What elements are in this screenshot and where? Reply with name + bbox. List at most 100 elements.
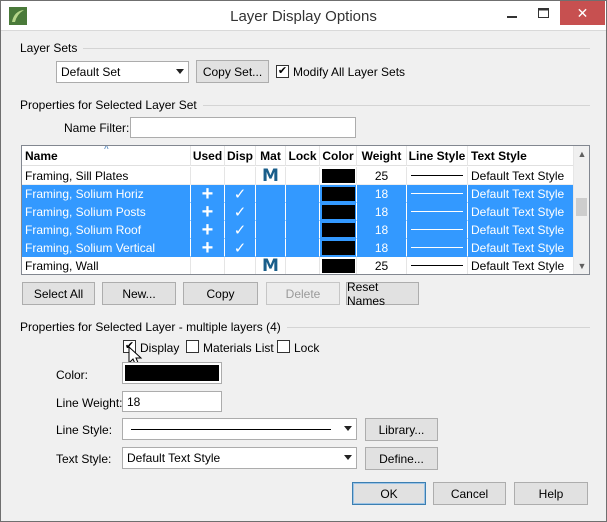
close-button[interactable]: ✕: [560, 1, 605, 25]
cell-line-style[interactable]: [407, 203, 468, 221]
cell-color[interactable]: [320, 221, 357, 239]
cell-line-style[interactable]: [407, 221, 468, 239]
text-style-value: Default Text Style: [127, 451, 221, 465]
cell-disp[interactable]: [225, 257, 256, 274]
cell-used[interactable]: [191, 257, 225, 274]
cell-used[interactable]: +: [191, 185, 225, 203]
table-row[interactable]: Framing, Solium Posts + ✓ 18 Default Text St…: [22, 203, 574, 221]
copy-button[interactable]: Copy: [183, 282, 258, 305]
table-scrollbar[interactable]: ▲ ▼: [573, 146, 589, 274]
cancel-button[interactable]: Cancel: [433, 482, 506, 505]
cell-line-style[interactable]: [407, 167, 468, 185]
cell-used[interactable]: +: [191, 221, 225, 239]
layer-sets-group-label: Layer Sets: [20, 41, 84, 55]
cell-line-style[interactable]: [407, 257, 468, 274]
cell-color[interactable]: [320, 167, 357, 185]
cell-color[interactable]: [320, 239, 357, 257]
new-button[interactable]: New...: [102, 282, 176, 305]
cell-color[interactable]: [320, 203, 357, 221]
cell-mat[interactable]: [256, 203, 286, 221]
scroll-down-icon[interactable]: ▼: [574, 258, 589, 274]
cell-line-style[interactable]: [407, 239, 468, 257]
column-header-disp[interactable]: Disp: [225, 146, 256, 166]
table-row[interactable]: Framing, Sill Plates M 25 Default Text Styl…: [22, 167, 574, 185]
cell-text-style[interactable]: Default Text Style: [468, 203, 574, 221]
chevron-down-icon: [176, 69, 184, 74]
cell-lock[interactable]: [286, 203, 320, 221]
cell-lock[interactable]: [286, 239, 320, 257]
table-row[interactable]: Framing, Solium Horiz + ✓ 18 Default Text St…: [22, 185, 574, 203]
cell-lock[interactable]: [286, 257, 320, 274]
layer-set-dropdown[interactable]: Default Set: [56, 61, 189, 83]
cell-text-style[interactable]: Default Text Style: [468, 239, 574, 257]
ok-button[interactable]: OK: [352, 482, 426, 505]
cell-color[interactable]: [320, 257, 357, 274]
line-weight-input[interactable]: 18: [122, 391, 222, 412]
table-row[interactable]: Framing, Solium Vertical + ✓ 18 Default Text…: [22, 239, 574, 257]
cell-weight[interactable]: 18: [357, 185, 407, 203]
column-header-lock[interactable]: Lock: [286, 146, 320, 166]
cell-line-style[interactable]: [407, 185, 468, 203]
cell-text-style[interactable]: Default Text Style: [468, 167, 574, 185]
cell-text-style[interactable]: Default Text Style: [468, 185, 574, 203]
cell-disp[interactable]: ✓: [225, 239, 256, 257]
column-header-text-style[interactable]: Text Style: [468, 146, 574, 166]
cell-lock[interactable]: [286, 167, 320, 185]
cell-mat[interactable]: [256, 239, 286, 257]
table-row[interactable]: Framing, Solium Roof + ✓ 18 Default Text Sty…: [22, 221, 574, 239]
cell-used[interactable]: [191, 167, 225, 185]
material-m-icon: M: [262, 167, 279, 185]
copy-set-button[interactable]: Copy Set...: [196, 60, 269, 83]
cell-used[interactable]: +: [191, 239, 225, 257]
color-swatch: [321, 186, 355, 201]
cell-weight[interactable]: 25: [357, 257, 407, 274]
cell-weight[interactable]: 25: [357, 167, 407, 185]
name-filter-input[interactable]: [130, 117, 356, 138]
column-header-line-style[interactable]: Line Style: [407, 146, 468, 166]
help-button[interactable]: Help: [514, 482, 588, 505]
column-header-mat[interactable]: Mat: [256, 146, 286, 166]
column-header-weight[interactable]: Weight: [357, 146, 407, 166]
color-swatch: [321, 222, 355, 237]
cell-used[interactable]: +: [191, 203, 225, 221]
minimize-button[interactable]: [498, 1, 526, 25]
cell-weight[interactable]: 18: [357, 203, 407, 221]
table-row[interactable]: Framing, Wall M 25 Default Text Style: [22, 257, 574, 274]
cell-disp[interactable]: ✓: [225, 185, 256, 203]
define-button[interactable]: Define...: [365, 447, 438, 470]
cell-lock[interactable]: [286, 185, 320, 203]
color-picker-button[interactable]: [122, 362, 222, 384]
cell-name: Framing, Solium Posts: [22, 203, 191, 221]
cell-disp[interactable]: ✓: [225, 221, 256, 239]
cell-weight[interactable]: 18: [357, 239, 407, 257]
text-style-dropdown[interactable]: Default Text Style: [122, 447, 357, 469]
cell-mat[interactable]: M: [256, 167, 286, 185]
delete-button[interactable]: Delete: [266, 282, 340, 305]
line-style-dropdown[interactable]: [122, 418, 357, 440]
cell-disp[interactable]: [225, 167, 256, 185]
column-header-color[interactable]: Color: [320, 146, 357, 166]
scroll-up-icon[interactable]: ▲: [574, 146, 589, 162]
scroll-thumb[interactable]: [576, 198, 587, 216]
reset-names-button[interactable]: Reset Names: [346, 280, 419, 308]
column-header-used[interactable]: Used: [191, 146, 225, 166]
lock-checkbox[interactable]: [277, 340, 290, 353]
cell-mat[interactable]: M: [256, 257, 286, 274]
column-header-name[interactable]: Name ^: [22, 146, 191, 166]
cell-mat[interactable]: [256, 185, 286, 203]
modify-all-checkbox[interactable]: ✔: [276, 65, 289, 78]
materials-list-checkbox[interactable]: [186, 340, 199, 353]
select-all-button[interactable]: Select All: [22, 282, 95, 305]
maximize-button[interactable]: [529, 1, 557, 25]
used-plus-icon: +: [201, 221, 214, 239]
cell-text-style[interactable]: Default Text Style: [468, 257, 574, 274]
cell-text-style[interactable]: Default Text Style: [468, 221, 574, 239]
cell-color[interactable]: [320, 185, 357, 203]
library-button[interactable]: Library...: [365, 418, 438, 441]
cell-weight[interactable]: 18: [357, 221, 407, 239]
title-bar: Layer Display Options ✕: [1, 1, 606, 31]
cell-lock[interactable]: [286, 221, 320, 239]
cell-disp[interactable]: ✓: [225, 203, 256, 221]
text-style-label: Text Style:: [56, 452, 112, 466]
cell-mat[interactable]: [256, 221, 286, 239]
